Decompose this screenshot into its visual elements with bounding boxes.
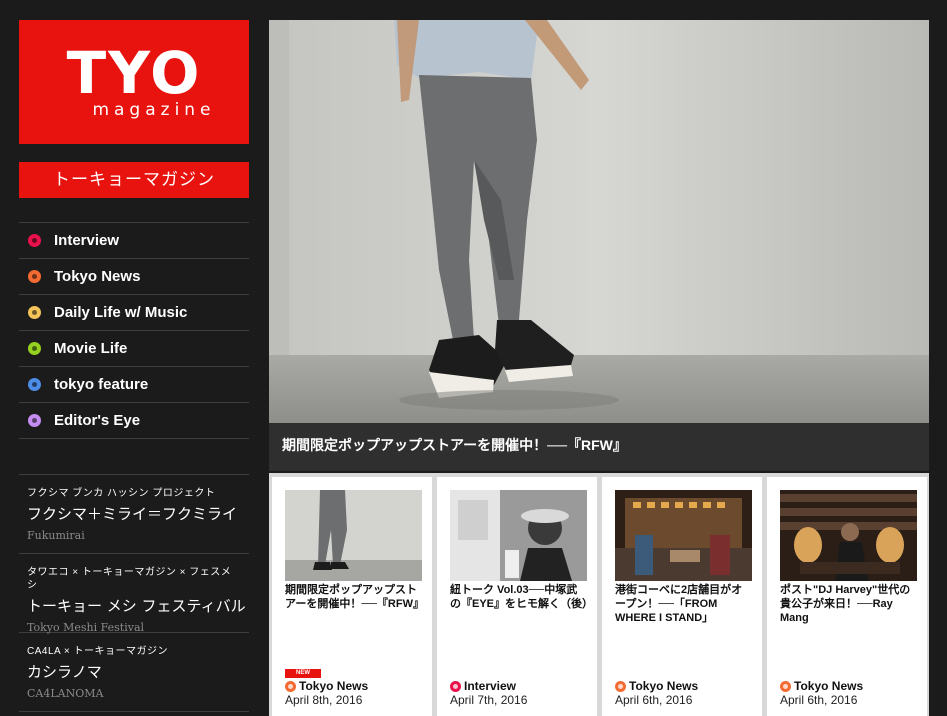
category-dot-icon <box>28 270 41 283</box>
article-date: April 6th, 2016 <box>780 693 858 707</box>
site-logo[interactable]: TYO magazine <box>19 20 249 144</box>
hero-feature[interactable]: 期間限定ポップアップストアーを開催中！──『RFW』 <box>269 20 929 471</box>
katakana-banner[interactable]: トーキョーマガジン <box>19 162 249 198</box>
category-dot-icon <box>780 680 791 692</box>
category-dot-icon <box>285 680 296 692</box>
sidebar: TYO magazine トーキョーマガジン Interview Tokyo Ne… <box>19 20 249 716</box>
category-dot-icon <box>28 378 41 391</box>
article-title[interactable]: 期間限定ポップアップストアーを開催中！──『RFW』 <box>285 583 424 611</box>
logo-subtext: magazine <box>92 100 216 120</box>
article-card[interactable]: 紐トーク Vol.03──中塚武の『EYE』をヒモ解く（後） Interview A… <box>437 477 597 716</box>
article-category[interactable]: Interview <box>450 679 516 693</box>
main-content: 期間限定ポップアップストアーを開催中！──『RFW』 期間限定ポップアップストア… <box>269 20 929 716</box>
nav-item-2[interactable]: Daily Life w/ Music <box>19 295 249 331</box>
category-dot-icon <box>450 680 461 692</box>
project-list: フクシマ ブンカ ハッシン プロジェクトフクシマ＋ミライ＝フクミライ Fukumi… <box>19 474 249 712</box>
article-date: April 8th, 2016 <box>285 693 363 707</box>
article-thumbnail[interactable] <box>780 490 917 581</box>
category-label: Tokyo News <box>794 679 864 693</box>
article-date: April 7th, 2016 <box>450 693 528 707</box>
article-thumbnail[interactable] <box>615 490 752 581</box>
project-roman: CA4LANOMA <box>27 687 104 700</box>
new-badge: NEW <box>285 669 321 678</box>
article-cards: 期間限定ポップアップストアーを開催中！──『RFW』 NEW Tokyo News A… <box>269 473 929 716</box>
project-link[interactable]: フクシマ ブンカ ハッシン プロジェクトフクシマ＋ミライ＝フクミライ Fukumi… <box>19 475 249 554</box>
article-title[interactable]: 港街コーベに2店舗目がオープン！──「FROM WHERE I STAND」 <box>615 583 753 625</box>
article-card[interactable]: ポスト"DJ Harvey"世代の貴公子が来日！──Ray Mang Tokyo … <box>767 477 927 716</box>
project-title: フクシマ＋ミライ＝フクミライ <box>27 505 238 523</box>
category-dot-icon <box>28 342 41 355</box>
article-title[interactable]: 紐トーク Vol.03──中塚武の『EYE』をヒモ解く（後） <box>450 583 593 611</box>
article-card[interactable]: 港街コーベに2店舗目がオープン！──「FROM WHERE I STAND」 To… <box>602 477 762 716</box>
category-nav: Interview Tokyo News Daily Life w/ Music Mo… <box>19 222 249 439</box>
project-title: カシラノマ <box>27 663 102 681</box>
article-date: April 6th, 2016 <box>615 693 693 707</box>
nav-item-label: Daily Life w/ Music <box>54 304 188 321</box>
nav-item-5[interactable]: Editor's Eye <box>19 403 249 439</box>
category-dot-icon <box>615 680 626 692</box>
hero-image <box>269 20 929 423</box>
article-thumbnail[interactable] <box>285 490 422 581</box>
nav-item-label: Editor's Eye <box>54 412 141 429</box>
category-label: Tokyo News <box>299 679 369 693</box>
article-card[interactable]: 期間限定ポップアップストアーを開催中！──『RFW』 NEW Tokyo News A… <box>272 477 432 716</box>
project-title: トーキョー メシ フェスティバル <box>27 597 246 615</box>
nav-item-label: Interview <box>54 232 120 249</box>
category-label: Interview <box>464 679 517 693</box>
project-sub: タワエコ × トーキョーマガジン × フェスメシ <box>27 567 232 591</box>
project-roman: Fukumirai <box>27 529 85 542</box>
project-link[interactable]: CA4LA × トーキョーマガジンカシラノマ CA4LANOMA <box>19 633 249 712</box>
nav-item-4[interactable]: tokyo feature <box>19 367 249 403</box>
category-dot-icon <box>28 234 41 247</box>
category-dot-icon <box>28 414 41 427</box>
nav-item-label: Movie Life <box>54 340 128 357</box>
hero-caption: 期間限定ポップアップストアーを開催中！──『RFW』 <box>269 423 929 471</box>
project-sub: フクシマ ブンカ ハッシン プロジェクト <box>27 488 216 499</box>
nav-item-0[interactable]: Interview <box>19 223 249 259</box>
project-link[interactable]: タワエコ × トーキョーマガジン × フェスメシトーキョー メシ フェスティバル… <box>19 554 249 634</box>
nav-item-3[interactable]: Movie Life <box>19 331 249 367</box>
article-category[interactable]: Tokyo News <box>285 679 368 693</box>
nav-item-label: Tokyo News <box>54 268 141 285</box>
category-label: Tokyo News <box>629 679 699 693</box>
article-thumbnail[interactable] <box>450 490 587 581</box>
article-category[interactable]: Tokyo News <box>780 679 863 693</box>
nav-item-1[interactable]: Tokyo News <box>19 259 249 295</box>
logo-text: TYO <box>66 39 202 107</box>
article-category[interactable]: Tokyo News <box>615 679 698 693</box>
nav-item-label: tokyo feature <box>54 376 149 393</box>
article-title[interactable]: ポスト"DJ Harvey"世代の貴公子が来日！──Ray Mang <box>780 583 918 625</box>
category-dot-icon <box>28 306 41 319</box>
project-sub: CA4LA × トーキョーマガジン <box>27 646 169 657</box>
